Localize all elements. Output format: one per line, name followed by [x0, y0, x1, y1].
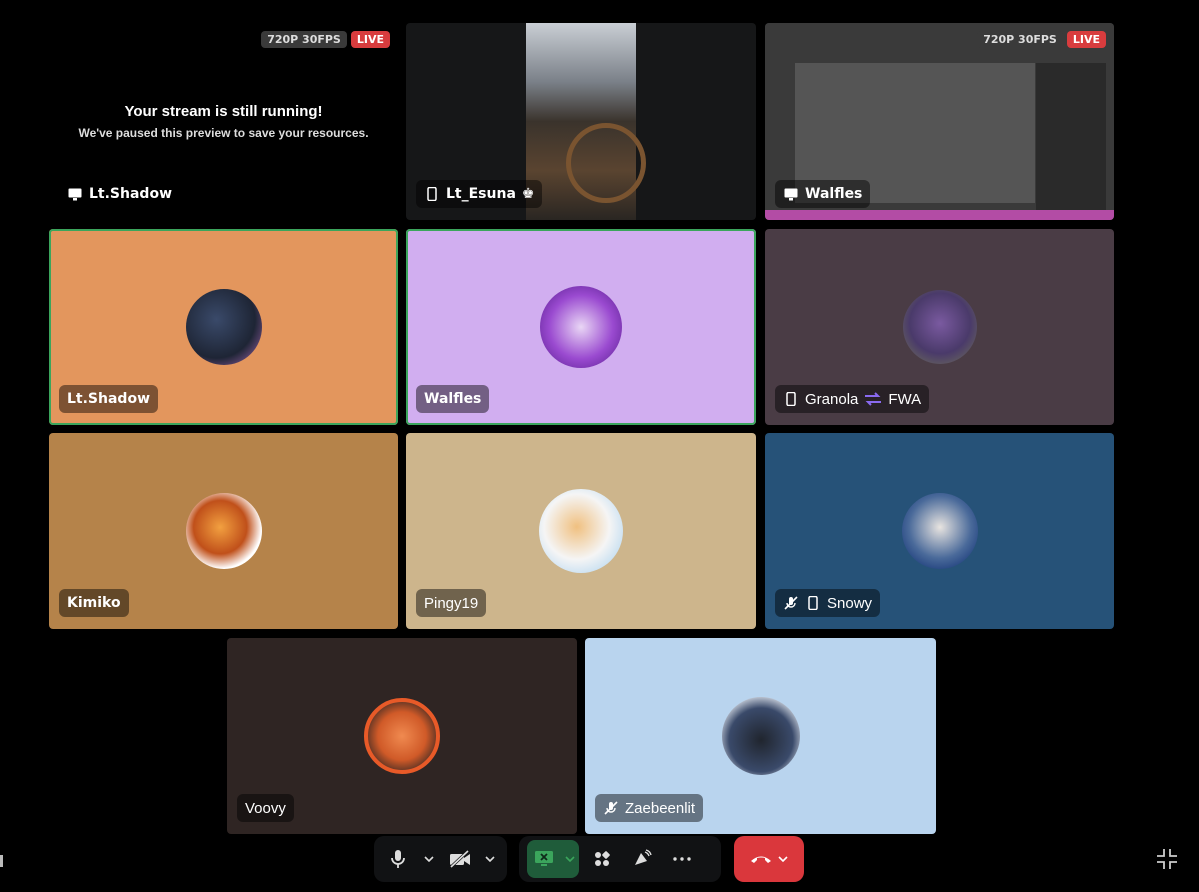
exit-fullscreen-icon: [1157, 849, 1177, 869]
avatar: [185, 493, 262, 569]
participant-name-tag: Pingy19: [416, 589, 487, 617]
stream-paused-subtitle: We've paused this preview to save your r…: [78, 126, 369, 140]
participant-name-tag: Snowy: [775, 589, 881, 617]
participant-name-tag: Voovy: [237, 794, 294, 822]
participant-name-tag: Lt.Shadow: [59, 385, 159, 413]
participant-name: Granola: [805, 390, 859, 408]
participant-name-tag: Granola FWA: [775, 385, 930, 413]
participant-tile[interactable]: Granola FWA: [765, 229, 1114, 425]
participant-tile[interactable]: Kimiko: [49, 433, 398, 629]
activities-button[interactable]: [585, 842, 619, 876]
arrow-soon-icon: [864, 391, 882, 407]
app-panel: [1036, 63, 1106, 213]
hang-up-icon: [751, 856, 771, 863]
participant-tile[interactable]: Pingy19: [406, 433, 756, 629]
soundboard-icon: [635, 849, 652, 865]
avatar: [901, 493, 978, 569]
screen-share-group: [527, 840, 579, 878]
screen-share-icon: [535, 851, 553, 866]
live-badge: LIVE: [1066, 31, 1106, 48]
stream-preview-tile[interactable]: 720P 30FPS LIVE Your stream is still run…: [49, 23, 398, 220]
camera-button[interactable]: [444, 842, 476, 876]
participant-name: Voovy: [245, 799, 286, 817]
chevron-down-icon: [778, 856, 788, 862]
activities-icon: [595, 851, 610, 866]
mic-options-chevron[interactable]: [420, 842, 437, 876]
quality-badge: 720P 30FPS: [977, 31, 1063, 48]
participant-name: Kimiko: [67, 595, 121, 611]
avatar: [721, 697, 800, 775]
participant-name-tag: Kimiko: [59, 589, 129, 617]
stream-user-name: Lt_Esuna: [446, 186, 516, 202]
participant-name-tag: Walfles: [416, 385, 490, 413]
more-options-button[interactable]: [665, 842, 699, 876]
crown-suffix: ♚: [521, 186, 535, 202]
chevron-down-icon: [565, 856, 575, 862]
participant-name: Walfles: [424, 391, 482, 407]
microphone-icon: [391, 850, 406, 868]
hang-up-options-chevron[interactable]: [778, 856, 788, 862]
stream-tile-walfles[interactable]: 720P 30FPS LIVE Walfles: [765, 23, 1114, 220]
cursor-marker: [0, 855, 3, 867]
steering-wheel-shape: [566, 123, 646, 203]
quality-badge: 720P 30FPS: [261, 31, 347, 48]
participant-tile[interactable]: Snowy: [765, 433, 1114, 629]
screen-share-options-chevron[interactable]: [561, 842, 579, 876]
avatar: [902, 290, 977, 364]
video-frame: [526, 23, 646, 220]
participant-name: Pingy19: [424, 594, 479, 612]
participant-tile[interactable]: Lt.Shadow: [49, 229, 398, 425]
avatar: [364, 698, 440, 774]
participant-name: Zaebeenlit: [625, 799, 696, 817]
mic-muted-icon: [603, 800, 619, 816]
participant-tile[interactable]: Walfles: [406, 229, 756, 425]
participant-tile[interactable]: Zaebeenlit: [585, 638, 936, 834]
phone-icon: [805, 595, 821, 611]
stream-badges: 720P 30FPS LIVE: [977, 31, 1106, 48]
voice-video-controls: [374, 836, 507, 882]
screen-icon: [67, 186, 83, 202]
participant-name: Lt.Shadow: [67, 391, 151, 407]
participant-tile[interactable]: Voovy: [227, 638, 577, 834]
hang-up-button[interactable]: [750, 854, 772, 864]
screen-icon: [783, 186, 799, 202]
avatar: [539, 489, 623, 573]
microphone-button[interactable]: [382, 842, 414, 876]
camera-options-chevron[interactable]: [482, 842, 499, 876]
stream-tile-esuna[interactable]: Lt_Esuna ♚: [406, 23, 756, 220]
exit-fullscreen-button[interactable]: [1156, 848, 1178, 870]
avatar: [185, 289, 262, 365]
chevron-down-icon: [424, 856, 434, 862]
soundboard-button[interactable]: [625, 842, 659, 876]
stream-owner-name: Lt.Shadow: [89, 186, 173, 202]
phone-icon: [424, 186, 440, 202]
stream-user-tag: Lt_Esuna ♚: [416, 180, 543, 208]
phone-icon: [783, 391, 799, 407]
stream-paused-title: Your stream is still running!: [124, 103, 323, 120]
live-badge: LIVE: [350, 31, 390, 48]
activity-controls: [519, 836, 721, 882]
chevron-down-icon: [485, 856, 495, 862]
hang-up-group: [734, 836, 804, 882]
stream-owner-tag: Lt.Shadow: [59, 180, 180, 208]
stream-badges: 720P 30FPS LIVE: [261, 31, 390, 48]
more-icon: [673, 857, 691, 861]
screen-share-button[interactable]: [527, 842, 561, 876]
participant-suffix: FWA: [888, 390, 922, 408]
avatar: [540, 286, 622, 368]
camera-off-icon: [449, 850, 470, 868]
mic-muted-icon: [783, 595, 799, 611]
participant-name: Snowy: [827, 594, 873, 612]
app-taskbar: [765, 210, 1114, 220]
participant-name-tag: Zaebeenlit: [595, 794, 704, 822]
stream-user-tag: Walfles: [775, 180, 871, 208]
stream-user-name: Walfles: [805, 186, 863, 202]
